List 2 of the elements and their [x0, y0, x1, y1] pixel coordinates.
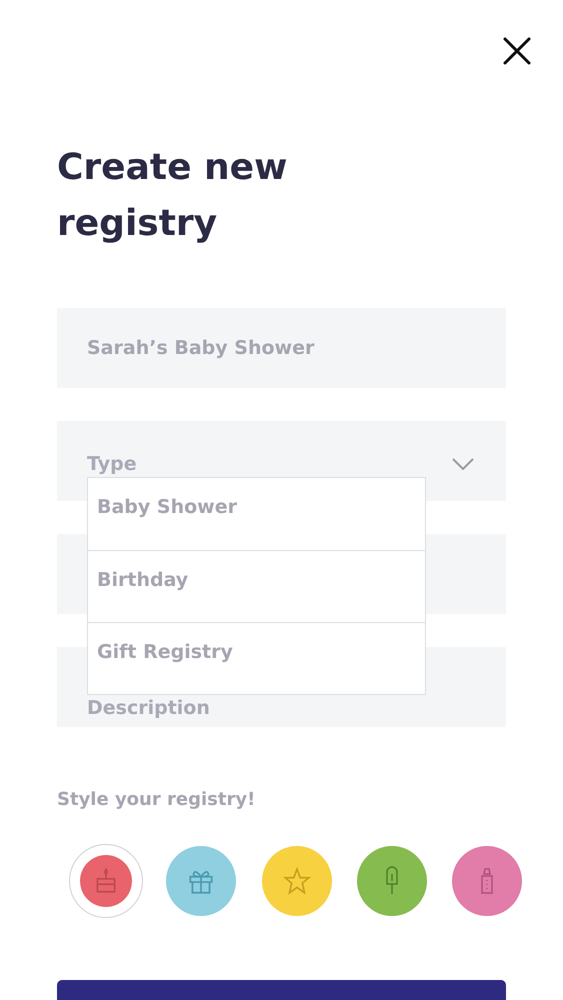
page-title: Create new registry	[57, 146, 288, 246]
section-label: Style your registry!	[57, 789, 256, 810]
